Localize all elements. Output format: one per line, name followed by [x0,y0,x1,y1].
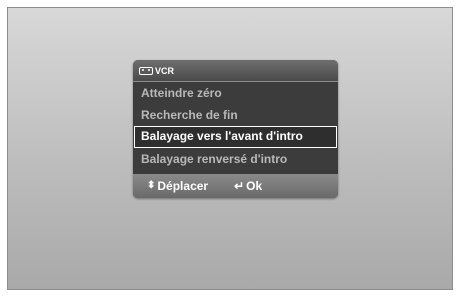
tv-screen: VCR Atteindre zéro Recherche de fin Bala… [7,7,453,290]
menu-item-atteindre-zero[interactable]: Atteindre zéro [133,82,338,104]
dialog-title: VCR [155,65,175,76]
enter-icon: ↵ [234,179,245,193]
up-down-arrows-icon: ⬍ [147,180,156,191]
menu-item-balayage-renverse-intro[interactable]: Balayage renversé d'intro [133,148,338,170]
vcr-tape-icon [139,66,153,75]
move-hint: ⬍ Déplacer [147,179,208,193]
vcr-menu-dialog: VCR Atteindre zéro Recherche de fin Bala… [133,60,338,198]
dialog-footer: ⬍ Déplacer ↵ Ok [133,174,338,198]
menu-item-balayage-avant-intro[interactable]: Balayage vers l'avant d'intro [134,126,337,148]
menu-item-recherche-de-fin[interactable]: Recherche de fin [133,104,338,126]
dialog-header: VCR [133,60,338,82]
move-label: Déplacer [157,179,209,193]
vcr-menu-list: Atteindre zéro Recherche de fin Balayage… [133,82,338,170]
ok-hint: ↵ Ok [234,179,262,193]
ok-label: Ok [246,179,263,193]
